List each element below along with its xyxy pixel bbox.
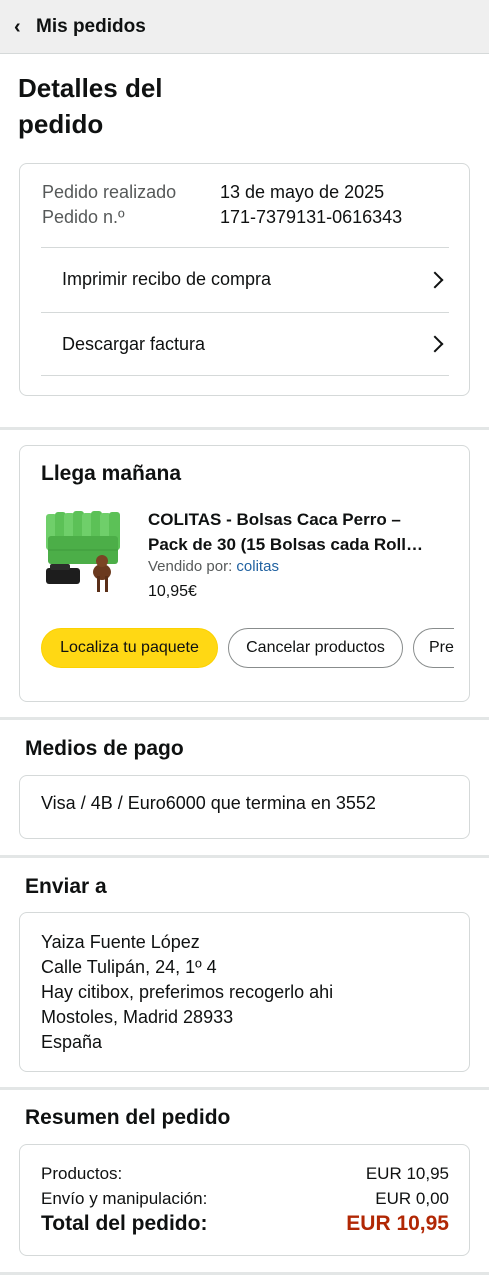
product-price: 10,95€ xyxy=(148,583,197,600)
payment-heading: Medios de pago xyxy=(25,737,184,760)
track-package-button[interactable]: Localiza tu paquete xyxy=(41,628,218,668)
order-date-label: Pedido realizado xyxy=(42,182,177,202)
shipping-address: Yaiza Fuente López Calle Tulipán, 24, 1º… xyxy=(41,930,333,1055)
back-chevron-icon[interactable]: ‹ xyxy=(14,17,34,37)
arrival-status: Llega mañana xyxy=(41,462,182,485)
summary-value: EUR 0,00 xyxy=(375,1189,449,1208)
chevron-right-icon xyxy=(426,335,444,353)
total-value: EUR 10,95 xyxy=(346,1212,449,1235)
download-invoice-link[interactable]: Descargar factura xyxy=(41,312,449,376)
cancel-items-button[interactable]: Cancelar productos xyxy=(228,628,403,668)
back-link-title[interactable]: Mis pedidos xyxy=(36,16,146,38)
cancel-items-label: Cancelar productos xyxy=(246,639,385,656)
address-line: Calle Tulipán, 24, 1º 4 xyxy=(41,957,217,977)
shipping-heading: Enviar a xyxy=(25,875,107,898)
order-date-value: 13 de mayo de 2025 xyxy=(220,182,385,202)
section-divider xyxy=(0,427,489,430)
summary-heading: Resumen del pedido xyxy=(25,1106,231,1129)
shipping-address-card: Yaiza Fuente López Calle Tulipán, 24, 1º… xyxy=(19,912,470,1072)
seller-prefix: Vendido por: xyxy=(148,558,233,575)
order-number-label: Pedido n.º xyxy=(42,207,125,227)
section-divider xyxy=(0,855,489,858)
summary-row-total: Total del pedido: EUR 10,95 xyxy=(41,1212,449,1236)
action-buttons-row: Localiza tu paquete Cancelar productos P… xyxy=(41,628,454,670)
order-info-card: Pedido realizado 13 de mayo de 2025 Pedi… xyxy=(19,163,470,396)
summary-row-shipping: Envío y manipulación: EUR 0,00 xyxy=(41,1189,449,1209)
section-divider xyxy=(0,1272,489,1275)
summary-row-products: Productos: EUR 10,95 xyxy=(41,1164,449,1184)
section-divider xyxy=(0,717,489,720)
shipment-card: Llega mañana COLITAS - Bolsas Caca Perro… xyxy=(19,445,470,702)
download-invoice-label: Descargar factura xyxy=(62,333,206,354)
more-actions-button[interactable]: Pre xyxy=(413,628,454,668)
summary-label: Envío y manipulación: xyxy=(41,1189,208,1208)
section-divider xyxy=(0,1087,489,1090)
summary-label: Productos: xyxy=(41,1164,123,1183)
address-line: Mostoles, Madrid 28933 xyxy=(41,1007,234,1027)
seller-link[interactable]: colitas xyxy=(236,558,279,575)
product-title-line-1: COLITAS - Bolsas Caca Perro – xyxy=(148,510,401,529)
top-bar: ‹ Mis pedidos xyxy=(0,0,489,54)
track-package-label: Localiza tu paquete xyxy=(60,639,199,656)
chevron-right-icon xyxy=(426,271,444,288)
product-title-link[interactable]: COLITAS - Bolsas Caca Perro – Pack de 30… xyxy=(148,507,453,557)
product-title-line-2: Pack de 30 (15 Bolsas cada Roll… xyxy=(148,535,423,554)
address-line: Hay citibox, preferimos recogerlo ahi xyxy=(41,982,334,1002)
order-summary-card: Productos: EUR 10,95 Envío y manipulació… xyxy=(19,1144,470,1256)
more-actions-label: Pre xyxy=(429,639,454,656)
product-thumbnail-image[interactable] xyxy=(42,506,124,598)
payment-method: Visa / 4B / Euro6000 que termina en 3552 xyxy=(41,793,376,813)
order-number-value: 171-7379131-0616343 xyxy=(220,207,403,227)
print-receipt-label: Imprimir recibo de compra xyxy=(62,269,272,289)
seller-info: Vendido por: colitas xyxy=(148,558,279,575)
summary-value: EUR 10,95 xyxy=(365,1164,449,1183)
print-receipt-link[interactable]: Imprimir recibo de compra xyxy=(41,247,449,311)
page-title: Detalles del pedido xyxy=(18,73,163,139)
total-label: Total del pedido: xyxy=(41,1212,208,1235)
payment-card: Visa / 4B / Euro6000 que termina en 3552 xyxy=(19,775,470,839)
address-line: España xyxy=(41,1032,103,1052)
address-line: Yaiza Fuente López xyxy=(41,932,200,952)
